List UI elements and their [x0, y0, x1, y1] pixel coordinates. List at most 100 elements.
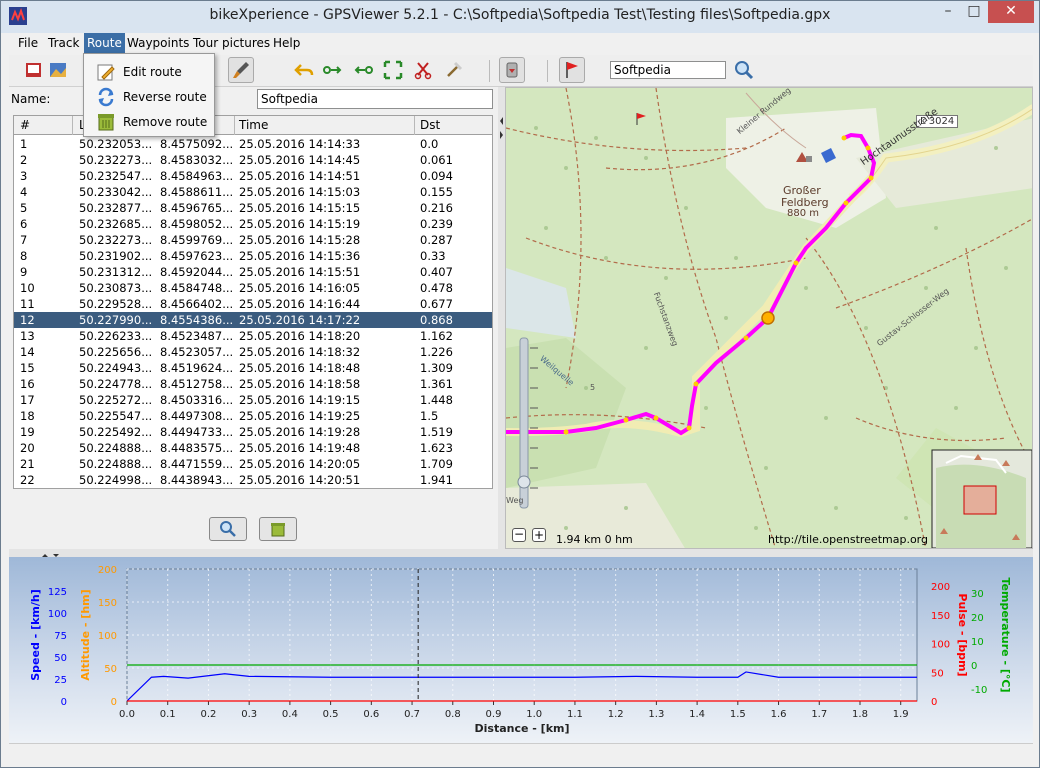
table-cell: 0.868 [420, 313, 453, 327]
scale-readout: 1.94 km 0 hm [556, 533, 633, 546]
table-row[interactable]: 22 50.224998... 8.4438943... 25.05.2016 14:… [14, 472, 492, 488]
menu-help[interactable]: Help [273, 36, 300, 50]
temperature-tick-label: -10 [971, 685, 987, 696]
menu-route[interactable]: Route [84, 33, 125, 53]
table-cell: 8.4554386... [160, 313, 234, 327]
zoom-out-button[interactable]: − [512, 528, 526, 542]
table-cell: 50.231902... [79, 249, 153, 263]
table-row[interactable]: 3 50.232547... 8.4584963... 25.05.2016 14:1… [14, 168, 492, 184]
menu-tour-pictures[interactable]: Tour pictures [193, 36, 270, 50]
table-cell: 8.4584748... [160, 281, 234, 295]
speed-tick-label: 125 [48, 587, 67, 598]
table-row[interactable]: 6 50.232685... 8.4598052... 25.05.2016 14:1… [14, 216, 492, 232]
undo-icon[interactable] [293, 59, 315, 81]
brush-button[interactable] [228, 57, 254, 83]
table-cell: 10 [20, 281, 35, 295]
table-row[interactable]: 13 50.226233... 8.4523487... 25.05.2016 14:… [14, 328, 492, 344]
table-row[interactable]: 5 50.232877... 8.4596765... 25.05.2016 14:1… [14, 200, 492, 216]
remove-route-button[interactable] [259, 517, 297, 541]
table-cell: 8.4512758... [160, 377, 234, 391]
table-row[interactable]: 15 50.224943... 8.4519624... 25.05.2016 14:… [14, 360, 492, 376]
table-cell: 7 [20, 233, 28, 247]
pulse-tick-label: 150 [931, 611, 950, 622]
open-file-icon[interactable] [23, 59, 45, 81]
landscape-icon[interactable] [47, 59, 69, 81]
menu-waypoints[interactable]: Waypoints [127, 36, 189, 50]
table-row[interactable]: 16 50.224778... 8.4512758... 25.05.2016 14:… [14, 376, 492, 392]
reverse-route-label: Reverse route [123, 90, 207, 104]
zoom-in-button[interactable]: + [532, 528, 546, 542]
col-time-header[interactable]: Time [239, 118, 268, 132]
col-dst-header[interactable]: Dst [420, 118, 440, 132]
peak-elevation-label: 880 m [787, 208, 820, 219]
table-cell: 5 [20, 201, 28, 215]
table-row[interactable]: 14 50.225656... 8.4523057... 25.05.2016 14:… [14, 344, 492, 360]
temperature-axis-label: Temperature - [°C] [999, 578, 1012, 693]
fit-map-icon[interactable] [382, 59, 404, 81]
table-cell: 8.4494733... [160, 425, 234, 439]
horizontal-splitter[interactable] [9, 549, 1033, 557]
reverse-route-item[interactable]: Reverse route [84, 85, 214, 109]
table-row[interactable]: 19 50.225492... 8.4494733... 25.05.2016 14:… [14, 424, 492, 440]
table-row[interactable]: 11 50.229528... 8.4566402... 25.05.2016 14:… [14, 296, 492, 312]
cut-icon[interactable] [412, 59, 434, 81]
table-cell: 25.05.2016 14:20:05 [239, 457, 361, 471]
edit-route-icon [97, 64, 115, 81]
toolbar-separator [547, 60, 548, 82]
speed-tick-label: 50 [54, 653, 67, 664]
selected-point-marker [761, 311, 775, 325]
table-row[interactable]: 4 50.233042... 8.4588611... 25.05.2016 14:1… [14, 184, 492, 200]
vertical-splitter[interactable] [498, 87, 505, 549]
x-tick-label: 1.3 [648, 709, 664, 720]
table-cell: 16 [20, 377, 35, 391]
reverse-route-icon [98, 87, 114, 107]
table-cell: 50.224888... [79, 457, 153, 471]
route-panel: Name: # L Time Dst 150.232053...8.457509… [9, 87, 499, 547]
table-row[interactable]: 8 50.231902... 8.4597623... 25.05.2016 14:1… [14, 248, 492, 264]
map-attribution: http://tile.openstreetmap.org [768, 533, 928, 546]
table-row[interactable]: 1 50.232053... 8.4575092... 25.05.2016 14:1… [14, 136, 492, 152]
table-row[interactable]: 2 50.232273... 8.4583032... 25.05.2016 14:1… [14, 152, 492, 168]
table-row[interactable]: 17 50.225272... 8.4503316... 25.05.2016 14:… [14, 392, 492, 408]
table-row[interactable]: 21 50.224888... 8.4471559... 25.05.2016 14:… [14, 456, 492, 472]
table-row[interactable]: 7 50.232273... 8.4599769... 25.05.2016 14:1… [14, 232, 492, 248]
table-row[interactable]: 18 50.225547... 8.4497308... 25.05.2016 14:… [14, 408, 492, 424]
table-cell: 25.05.2016 14:15:15 [239, 201, 361, 215]
speed-axis-label: Speed - [km/h] [29, 589, 42, 681]
minimize-button[interactable]: – [935, 1, 961, 23]
table-cell: 8.4583032... [160, 153, 234, 167]
table-cell: 50.225492... [79, 425, 153, 439]
table-cell: 0.478 [420, 281, 453, 295]
x-axis-label: Distance - [km] [475, 722, 570, 735]
table-cell: 1 [20, 137, 28, 151]
add-point-before-icon[interactable] [353, 59, 375, 81]
toolbar-separator [489, 60, 490, 82]
table-cell: 17 [20, 393, 35, 407]
remove-route-item[interactable]: Remove route [84, 110, 214, 134]
close-button[interactable]: ✕ [988, 1, 1034, 23]
search-icon[interactable] [733, 59, 755, 81]
route-name-input[interactable] [257, 89, 493, 109]
location-search-input[interactable] [610, 61, 726, 79]
pick-tool-icon[interactable] [443, 59, 465, 81]
menu-track[interactable]: Track [48, 36, 79, 50]
speed-tick-label: 0 [61, 697, 67, 708]
table-row[interactable]: 20 50.224888... 8.4483575... 25.05.2016 14:… [14, 440, 492, 456]
zoom-route-button[interactable] [209, 517, 247, 541]
elevation-profile-chart[interactable]: 0.0 0.1 0.2 0.3 0.4 0.5 0.6 0.7 0.8 0.9 1.0 1.1 1.2 1… [9, 557, 1033, 743]
waypoint-flag-button[interactable] [559, 57, 585, 83]
table-row[interactable]: 12 50.227990... 8.4554386... 25.05.2016 14:… [14, 312, 492, 328]
col-index-header[interactable]: # [20, 118, 30, 132]
maximize-button[interactable]: □ [961, 1, 987, 23]
map-view[interactable]: Großer Feldberg 880 m L 3024 Hochtaunuss… [505, 87, 1033, 549]
gps-device-button[interactable] [499, 57, 525, 83]
add-point-after-icon[interactable] [321, 59, 343, 81]
x-tick-label: 1.7 [811, 709, 827, 720]
edit-route-item[interactable]: Edit route [84, 60, 214, 84]
table-row[interactable]: 9 50.231312... 8.4592044... 25.05.2016 14:1… [14, 264, 492, 280]
table-cell: 8.4598052... [160, 217, 234, 231]
route-menu-dropdown: Edit route Reverse route Remove route [83, 53, 215, 137]
table-cell: 8.4438943... [160, 473, 234, 487]
menu-file[interactable]: File [18, 36, 38, 50]
table-row[interactable]: 10 50.230873... 8.4584748... 25.05.2016 14:… [14, 280, 492, 296]
